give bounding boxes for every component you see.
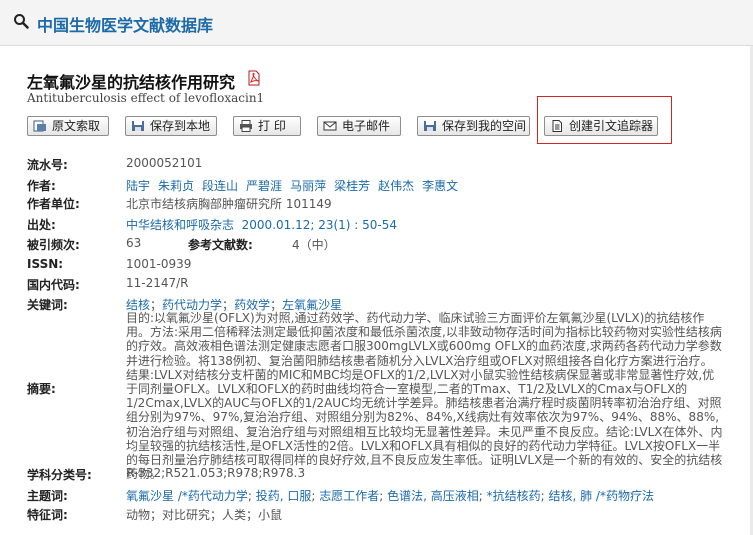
cn-value: 11-2147/R <box>126 276 189 290</box>
subject-link[interactable]: *抗结核药 <box>487 489 541 503</box>
classification-label: 学科分类号: <box>27 468 92 482</box>
site-title[interactable]: 中国生物医学文献数据库 <box>37 12 213 36</box>
keyword-link[interactable]: 左氧氟沙星 <box>282 298 342 312</box>
subject-separator: ; <box>478 489 487 503</box>
subject-label: 主题词: <box>27 489 68 503</box>
subject-link[interactable]: 氧氟沙星 /*药代动力学 <box>126 489 248 503</box>
issn-label: ISSN: <box>27 257 64 271</box>
classification-value: R-332;R521.053;R978;R978.3 <box>126 466 306 480</box>
issue-link[interactable]: 2000.01.12; 23(1) : 50-54 <box>242 218 397 232</box>
save-icon <box>424 121 436 131</box>
keyword-separator: ； <box>270 298 283 312</box>
button-label: 原文索取 <box>52 119 101 133</box>
affiliation-value: 北京市结核病胸部肿瘤研究所 101149 <box>126 197 332 211</box>
serial-value: 2000052101 <box>126 156 203 170</box>
button-label: 打 印 <box>258 119 286 133</box>
save-icon <box>132 121 144 131</box>
authors-list: 陆宇 朱莉贞 段连山 严碧涯 马丽萍 梁桂芳 赵伟杰 李惠文 <box>126 177 466 194</box>
article-title: 左氧氟沙星的抗结核作用研究 <box>27 73 236 92</box>
subject-link[interactable]: 志愿工作者 <box>319 489 379 503</box>
document-request-icon <box>33 120 46 132</box>
printer-icon <box>240 120 252 132</box>
button-label: 电子邮件 <box>342 119 391 133</box>
abstract-label: 摘要: <box>27 382 56 396</box>
search-icon <box>14 14 29 29</box>
subject-link[interactable]: 投药, 口服 <box>256 489 312 503</box>
source-value: 中华结核和呼吸杂志 2000.01.12; 23(1) : 50-54 <box>126 216 397 233</box>
serial-label: 流水号: <box>27 158 68 172</box>
issn-value: 1001-0939 <box>126 257 192 271</box>
keyword-link[interactable]: 药代动力学 <box>162 298 222 312</box>
subject-list: 氧氟沙星 /*药代动力学; 投药, 口服; 志愿工作者; 色谱法, 高压液相; … <box>126 487 654 504</box>
subject-link[interactable]: 色谱法, 高压液相 <box>387 489 479 503</box>
author-link[interactable]: 马丽萍 <box>290 179 326 193</box>
keyword-separator: ； <box>150 298 163 312</box>
subject-link[interactable]: 结核, 肺 /*药物疗法 <box>548 489 654 503</box>
author-link[interactable]: 陆宇 <box>126 179 150 193</box>
cited-label: 被引频次: <box>27 238 80 252</box>
feature-value: 动物；对比研究；人类；小鼠 <box>126 508 283 522</box>
highlight-box <box>537 96 672 144</box>
keywords-label: 关键词: <box>27 298 68 312</box>
refs-label: 参考文献数: <box>188 238 253 252</box>
button-label: 保存到我的空间 <box>442 119 527 133</box>
button-label: 保存到本地 <box>150 119 211 133</box>
keyword-separator: ； <box>222 298 235 312</box>
article-subtitle: Antituberculosis effect of levofloxacin1 <box>27 91 265 105</box>
keyword-link[interactable]: 药效学 <box>234 298 270 312</box>
author-link[interactable]: 朱莉贞 <box>158 179 194 193</box>
affiliation-label: 作者单位: <box>27 197 80 211</box>
refs-value: 4（中） <box>292 238 336 252</box>
request-fulltext-button[interactable]: 原文索取 <box>27 116 109 136</box>
author-link[interactable]: 严碧涯 <box>246 179 282 193</box>
header-bar: 中国生物医学文献数据库 <box>0 0 753 46</box>
cn-label: 国内代码: <box>27 278 80 292</box>
author-link[interactable]: 段连山 <box>202 179 238 193</box>
feature-label: 特征词: <box>27 508 68 522</box>
subject-separator: ; <box>379 489 388 503</box>
print-button[interactable]: 打 印 <box>233 116 301 136</box>
authors-label: 作者: <box>27 179 56 193</box>
author-link[interactable]: 赵伟杰 <box>378 179 414 193</box>
pdf-icon[interactable] <box>246 70 262 86</box>
cited-value: 63 <box>126 236 142 250</box>
email-icon <box>323 121 337 131</box>
keyword-link[interactable]: 结核 <box>126 298 150 312</box>
author-link[interactable]: 李惠文 <box>422 179 458 193</box>
save-to-space-button[interactable]: 保存到我的空间 <box>417 116 530 136</box>
save-local-button[interactable]: 保存到本地 <box>125 116 217 136</box>
article-detail: 左氧氟沙星的抗结核作用研究 Antituberculosis effect of… <box>0 46 753 535</box>
subject-separator: ; <box>247 489 256 503</box>
abstract-text: 目的:以氧氟沙星(OFLX)为对照,通过药效学、药代动力学、临床试验三方面评价左… <box>126 311 723 482</box>
journal-link[interactable]: 中华结核和呼吸杂志 <box>126 218 234 232</box>
source-label: 出处: <box>27 218 56 232</box>
email-button[interactable]: 电子邮件 <box>317 116 401 136</box>
author-link[interactable]: 梁桂芳 <box>334 179 370 193</box>
